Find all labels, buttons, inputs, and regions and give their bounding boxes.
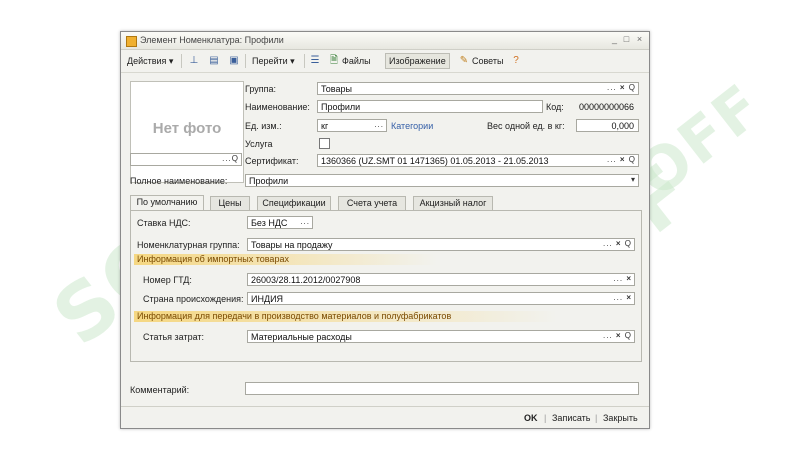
structure-icon[interactable]: ⊥ (187, 54, 201, 68)
nom-group-value: Товары на продажу (251, 240, 333, 250)
footer-bar: OK | Записать | Закрыть (121, 406, 649, 429)
gtd-field-buttons[interactable]: ... × (613, 274, 632, 283)
certificate-field[interactable]: 1360366 (UZ.SMT 01 1471365) 01.05.2013 -… (317, 154, 639, 167)
tab-strip: По умолчанию Цены Спецификации Счета уче… (130, 195, 640, 211)
certificate-field-buttons[interactable]: ... × Q (607, 155, 636, 164)
country-label: Страна происхождения: (143, 294, 244, 304)
weight-field[interactable]: 0,000 (576, 119, 639, 132)
list-icon[interactable]: ▤ (207, 54, 221, 68)
vat-select-button[interactable]: ... (300, 217, 310, 226)
files-button[interactable]: Файлы (342, 54, 371, 68)
goto-menu[interactable]: Перейти ▾ (252, 54, 295, 68)
unit-select-button[interactable]: ... (374, 120, 384, 129)
tab-specifications[interactable]: Спецификации (257, 196, 331, 210)
full-name-value: Профили (249, 176, 289, 186)
item-window: Элемент Номенклатура: Профили _ □ × Дейс… (120, 31, 650, 429)
service-checkbox[interactable] (319, 138, 330, 149)
import-info-header: Информация об импортных товарах (134, 254, 437, 265)
footer-divider: | (595, 413, 598, 423)
code-field[interactable]: 00000000066 (571, 100, 639, 113)
toolbar-separator (304, 54, 305, 68)
report-icon[interactable]: ☰ (308, 54, 322, 68)
image-button[interactable]: Изображение (385, 53, 450, 69)
maximize-button[interactable]: □ (621, 34, 632, 45)
unit-label: Ед. изм.: (245, 121, 282, 131)
tab-panel-defaults: Ставка НДС: Без НДС ... Номенклатурная г… (130, 210, 642, 362)
name-field[interactable]: Профили (317, 100, 543, 113)
cost-item-label: Статья затрат: (143, 332, 205, 342)
toolbar-separator (181, 54, 182, 68)
gtd-field[interactable]: 26003/28.11.2012/0027908 ... × (247, 273, 635, 286)
cost-item-value: Материальные расходы (251, 332, 352, 342)
toolbar-separator (245, 54, 246, 68)
country-field-buttons[interactable]: ... × (613, 293, 632, 302)
photo-select-field[interactable]: ...Q (130, 153, 242, 166)
nom-group-label: Номенклатурная группа: (137, 240, 240, 250)
name-value: Профили (321, 102, 361, 112)
group-field-buttons[interactable]: ... × Q (607, 83, 636, 92)
help-icon[interactable]: ? (509, 54, 523, 68)
window-title: Элемент Номенклатура: Профили (140, 35, 284, 45)
categories-link[interactable]: Категории (391, 121, 433, 131)
comment-field[interactable] (245, 382, 639, 395)
unit-field[interactable]: кг ... (317, 119, 387, 132)
vat-label: Ставка НДС: (137, 218, 191, 228)
group-value: Товары (321, 84, 352, 94)
full-name-dropdown-icon[interactable]: ▾ (631, 175, 636, 184)
full-name-field[interactable]: Профили ▾ (245, 174, 639, 187)
tab-prices[interactable]: Цены (210, 196, 250, 210)
country-value: ИНДИЯ (251, 294, 284, 304)
weight-label: Вес одной ед. в кг: (487, 121, 565, 131)
minimize-button[interactable]: _ (609, 34, 620, 45)
nom-group-field[interactable]: Товары на продажу ... × Q (247, 238, 635, 251)
transfer-info-header: Информация для передачи в производство м… (134, 311, 557, 322)
gtd-value: 26003/28.11.2012/0027908 (251, 275, 361, 285)
certificate-label: Сертификат: (245, 156, 299, 166)
tab-defaults[interactable]: По умолчанию (130, 195, 204, 211)
tab-excise[interactable]: Акцизный налог (413, 196, 493, 210)
certificate-value: 1360366 (UZ.SMT 01 1471365) 01.05.2013 -… (321, 156, 549, 166)
files-icon: 🗎 (329, 55, 339, 66)
window-icon (126, 36, 137, 47)
photo-panel[interactable]: Нет фото (130, 81, 244, 183)
toolbar: Действия ▾ ⊥ ▤ ▣ Перейти ▾ ☰ 🗎 Файлы Изо… (121, 50, 649, 73)
group-label: Группа: (245, 84, 277, 94)
ok-button[interactable]: OK (524, 413, 538, 423)
nom-group-field-buttons[interactable]: ... × Q (603, 239, 632, 248)
footer-divider: | (544, 413, 547, 423)
vat-field[interactable]: Без НДС ... (247, 216, 313, 229)
code-value: 00000000066 (578, 102, 634, 112)
no-photo-text: Нет фото (152, 120, 222, 137)
save-button[interactable]: Записать (552, 413, 590, 423)
tab-accounts[interactable]: Счета учета (338, 196, 406, 210)
name-label: Наименование: (245, 102, 310, 112)
cost-item-field-buttons[interactable]: ... × Q (603, 331, 632, 340)
copy-icon[interactable]: ▣ (227, 54, 241, 68)
tips-button[interactable]: Советы (472, 54, 503, 68)
actions-menu[interactable]: Действия ▾ (127, 54, 173, 68)
title-bar: Элемент Номенклатура: Профили _ □ × (121, 32, 649, 50)
close-button[interactable]: × (634, 34, 645, 45)
gtd-label: Номер ГТД: (143, 275, 192, 285)
service-label: Услуга (245, 139, 273, 149)
group-field[interactable]: Товары ... × Q (317, 82, 639, 95)
photo-select-buttons[interactable]: ...Q (222, 154, 239, 163)
vat-value: Без НДС (251, 218, 288, 228)
cost-item-field[interactable]: Материальные расходы ... × Q (247, 330, 635, 343)
close-form-button[interactable]: Закрыть (603, 413, 638, 423)
full-name-label: Полное наименование: (130, 176, 228, 186)
unit-value: кг (321, 121, 329, 131)
comment-label: Комментарий: (130, 385, 190, 395)
code-label: Код: (546, 102, 564, 112)
country-field[interactable]: ИНДИЯ ... × (247, 292, 635, 305)
weight-value: 0,000 (611, 121, 634, 131)
tips-icon: ✎ (459, 55, 469, 66)
